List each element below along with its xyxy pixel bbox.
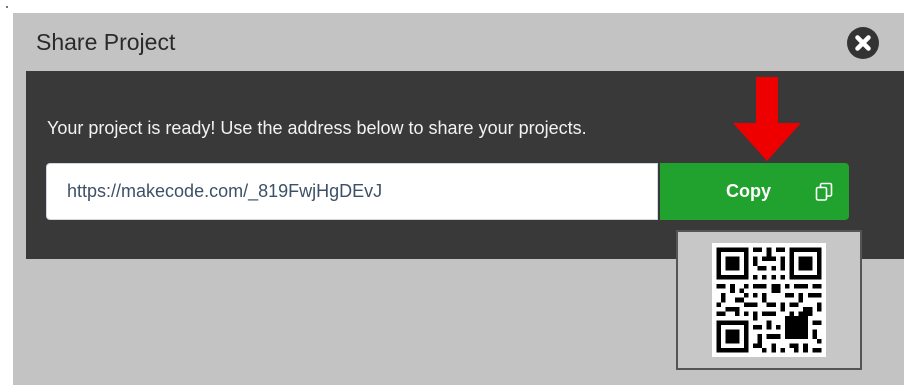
- copy-icon: [815, 182, 833, 201]
- corner-mark: [6, 6, 8, 8]
- close-button[interactable]: [847, 27, 879, 59]
- close-icon: [855, 35, 871, 51]
- copy-button-label: Copy: [726, 181, 771, 201]
- dialog-title: Share Project: [36, 29, 176, 55]
- share-url-input[interactable]: [46, 163, 658, 220]
- qr-code-panel[interactable]: [676, 230, 862, 370]
- share-message: Your project is ready! Use the address b…: [47, 118, 587, 138]
- qr-code: [712, 243, 826, 357]
- dialog-header: Share Project: [13, 13, 904, 71]
- down-arrow-icon: [733, 77, 801, 161]
- copy-button[interactable]: Copy: [660, 163, 849, 220]
